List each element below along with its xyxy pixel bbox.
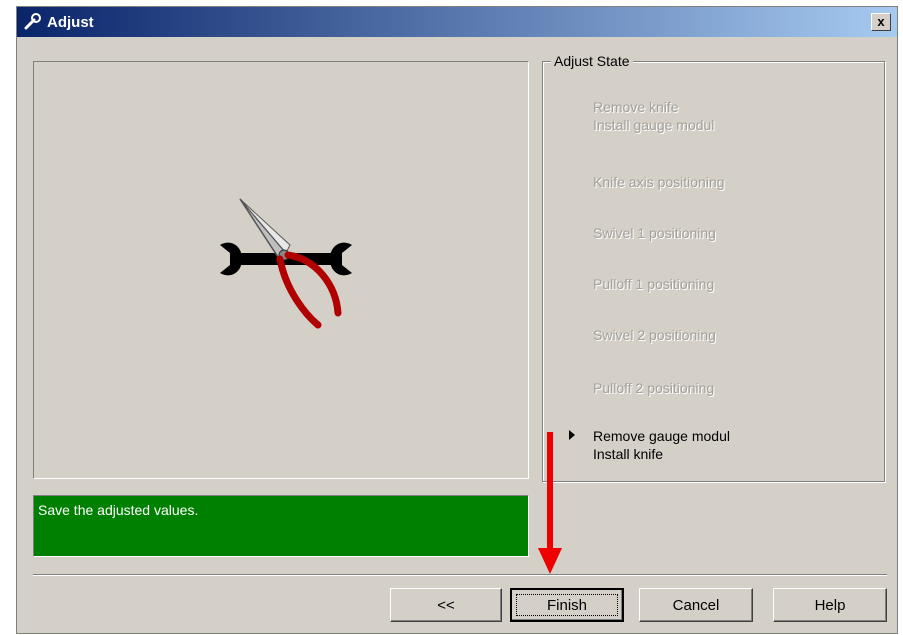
step-knife-axis: Knife axis positioning <box>593 174 725 190</box>
title-bar: Adjust x <box>17 7 897 37</box>
current-step-pointer-icon <box>569 430 575 440</box>
help-button-label: Help <box>814 596 846 614</box>
adjust-dialog: Adjust x Adjust State Remove knife Insta… <box>16 6 898 634</box>
wrench-icon <box>24 13 41 30</box>
image-panel <box>33 61 529 479</box>
step-remove-gauge-modul: Remove gauge modul Install knife <box>593 428 730 462</box>
status-message: Save the adjusted values. <box>38 502 199 518</box>
focus-rect <box>516 594 618 616</box>
step-pulloff-2: Pulloff 2 positioning <box>593 380 715 396</box>
back-button-label: << <box>437 596 455 614</box>
wrench-pliers-icon <box>220 198 352 329</box>
window-title: Adjust <box>47 14 94 31</box>
cancel-button-label: Cancel <box>672 596 720 614</box>
step-remove-knife: Remove knife Install gauge modul <box>593 99 715 133</box>
adjust-state-group: Adjust State Remove knife Install gauge … <box>542 53 885 482</box>
back-button[interactable]: << <box>390 588 502 622</box>
cancel-button[interactable]: Cancel <box>639 588 753 622</box>
annotation-arrow-line <box>547 432 553 552</box>
help-button[interactable]: Help <box>773 588 887 622</box>
step-swivel-1: Swivel 1 positioning <box>593 225 716 241</box>
status-box: Save the adjusted values. <box>33 495 529 557</box>
finish-button[interactable]: Finish <box>510 588 624 622</box>
adjust-state-title: Adjust State <box>551 53 633 69</box>
step-pulloff-1: Pulloff 1 positioning <box>593 276 715 292</box>
close-button[interactable]: x <box>871 13 891 31</box>
divider <box>33 574 887 576</box>
step-swivel-2: Swivel 2 positioning <box>593 327 716 343</box>
annotation-arrow-head-icon <box>538 548 562 574</box>
